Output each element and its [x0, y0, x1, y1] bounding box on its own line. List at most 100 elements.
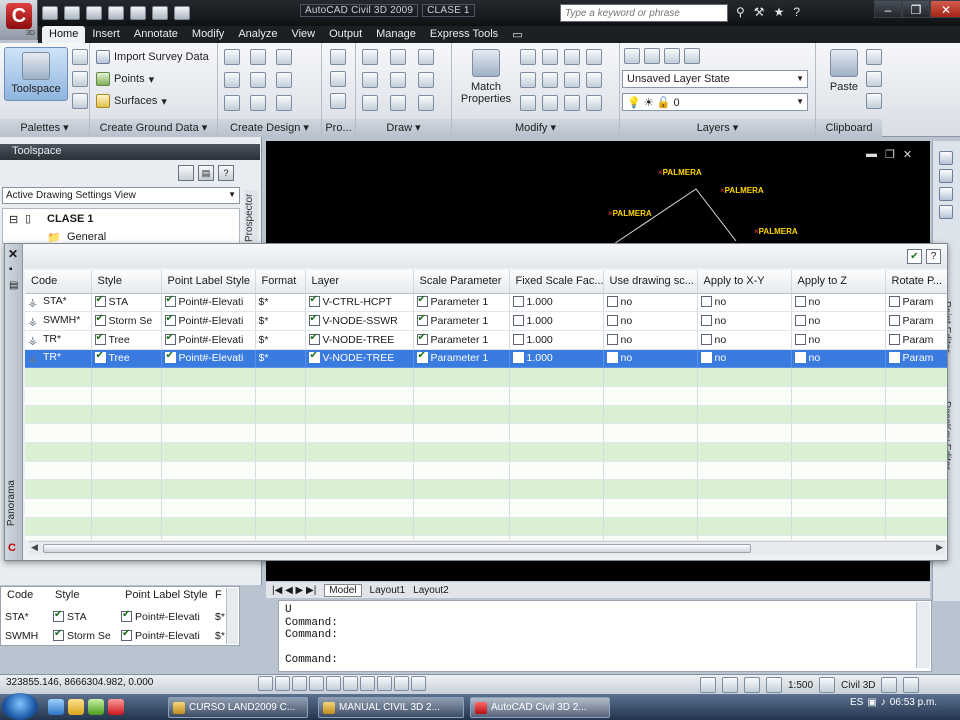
- empty-cell[interactable]: [509, 479, 604, 500]
- tab-home[interactable]: Home: [42, 26, 86, 43]
- empty-cell[interactable]: [255, 367, 306, 387]
- checkbox[interactable]: [416, 294, 428, 308]
- workspace-switch[interactable]: Civil 3D: [841, 680, 875, 691]
- empty-cell[interactable]: [255, 423, 306, 443]
- empty-cell[interactable]: [91, 461, 162, 481]
- mini-cell-code[interactable]: SWMH: [5, 630, 38, 642]
- tab-view[interactable]: View: [284, 26, 322, 43]
- table-row[interactable]: ⚶ STA* STA Point#-Elevati $* V-CTRL-HCPT Param…: [25, 293, 947, 313]
- checkbox[interactable]: [512, 315, 524, 327]
- checkbox[interactable]: [308, 294, 320, 308]
- empty-cell[interactable]: [885, 367, 947, 387]
- layer-state-combo[interactable]: Unsaved Layer State ▼: [622, 70, 808, 88]
- empty-cell[interactable]: [791, 517, 886, 537]
- point-label[interactable]: ×PALMERA: [754, 227, 798, 236]
- clean-screen-icon[interactable]: [903, 677, 920, 693]
- layer-off-icon[interactable]: [644, 48, 660, 64]
- col-header-use-drawing-scale[interactable]: Use drawing sc...: [603, 270, 698, 294]
- prospector-tab[interactable]: Prospector: [244, 190, 258, 245]
- tab-layout2[interactable]: Layout2: [413, 585, 449, 596]
- move-icon[interactable]: [520, 49, 536, 65]
- empty-cell[interactable]: [305, 405, 414, 425]
- drawing-close-button[interactable]: ✕: [903, 148, 912, 161]
- empty-cell[interactable]: [161, 498, 256, 518]
- checkbox[interactable]: [164, 313, 176, 327]
- panel-label-modify[interactable]: Modify ▾: [452, 119, 619, 137]
- cell-layer[interactable]: V-NODE-TREE: [305, 330, 414, 350]
- import-survey-data-button[interactable]: Import Survey Data: [96, 50, 209, 64]
- help-icon[interactable]: ?: [926, 249, 941, 264]
- layer-combo[interactable]: 💡 ☀ 🔓 0 ▼: [622, 93, 808, 111]
- favorites-icon[interactable]: ★: [774, 5, 785, 19]
- dyn-icon[interactable]: [377, 676, 392, 691]
- empty-cell[interactable]: [91, 498, 162, 518]
- mini-cell-format[interactable]: $*: [215, 611, 225, 623]
- pan-icon[interactable]: [700, 677, 716, 693]
- tab-annotate[interactable]: Annotate: [127, 26, 185, 43]
- editor-horizontal-scrollbar[interactable]: ◀ ▶: [29, 541, 945, 555]
- point-label[interactable]: ×PALMERA: [658, 168, 702, 177]
- circle-icon[interactable]: [390, 72, 406, 88]
- empty-cell[interactable]: [255, 461, 306, 481]
- qat-dropdown-icon[interactable]: [174, 6, 190, 20]
- empty-cell[interactable]: [509, 423, 604, 443]
- point-icon[interactable]: [362, 72, 378, 88]
- empty-cell[interactable]: [413, 517, 510, 537]
- osnap-icon[interactable]: [326, 676, 341, 691]
- empty-cell[interactable]: [603, 423, 698, 443]
- empty-cell[interactable]: [91, 386, 162, 406]
- checkbox[interactable]: [164, 350, 176, 364]
- checkbox[interactable]: [794, 296, 806, 308]
- restore-button[interactable]: ❐: [902, 0, 930, 18]
- table-row[interactable]: ⚶ TR* Tree Point#-Elevati $* V-NODE-TREE Param…: [25, 349, 947, 369]
- cell-apply-xy[interactable]: no: [697, 293, 792, 313]
- empty-cell[interactable]: [791, 367, 886, 387]
- cell-fixed-scale[interactable]: 1.000: [509, 330, 604, 350]
- scroll-right-icon[interactable]: ▶: [936, 542, 943, 553]
- col-header-apply-z[interactable]: Apply to Z: [791, 270, 886, 294]
- otrack-icon[interactable]: [343, 676, 358, 691]
- section-icon[interactable]: [330, 71, 346, 87]
- empty-cell[interactable]: [25, 386, 92, 406]
- empty-cell[interactable]: [509, 517, 604, 537]
- scroll-left-icon[interactable]: ◀: [31, 542, 38, 553]
- palette-auto-hide-icon[interactable]: [939, 187, 953, 201]
- copy-clip-icon[interactable]: [866, 71, 882, 87]
- cell-scale-parameter[interactable]: Parameter 1: [413, 311, 510, 331]
- cell-apply-xy[interactable]: no: [697, 311, 792, 331]
- media-player-icon[interactable]: [88, 699, 104, 715]
- drawing-restore-button[interactable]: ❐: [885, 148, 895, 161]
- empty-cell[interactable]: [603, 367, 698, 387]
- toolspace-button[interactable]: Toolspace: [4, 47, 68, 101]
- empty-cell[interactable]: [885, 498, 947, 518]
- pipe-network-icon[interactable]: [276, 72, 292, 88]
- cell-rotate[interactable]: Param: [885, 330, 947, 350]
- toolspace-options-icon[interactable]: [178, 165, 194, 181]
- points-button[interactable]: Points ▾: [96, 72, 154, 86]
- empty-cell[interactable]: [91, 423, 162, 443]
- checkbox[interactable]: [53, 628, 64, 641]
- cell-label-style[interactable]: Point#-Elevati: [161, 330, 256, 350]
- mini-cell-label-style[interactable]: Point#-Elevati: [121, 609, 200, 623]
- properties-icon[interactable]: [72, 71, 88, 87]
- empty-cell[interactable]: [791, 423, 886, 443]
- empty-cell[interactable]: [413, 442, 510, 462]
- mini-cell-style[interactable]: STA: [53, 609, 87, 623]
- empty-row[interactable]: [25, 386, 947, 406]
- checkbox[interactable]: [888, 296, 900, 308]
- tab-modify[interactable]: Modify: [185, 26, 231, 43]
- empty-cell[interactable]: [413, 498, 510, 518]
- empty-cell[interactable]: [161, 442, 256, 462]
- empty-cell[interactable]: [697, 367, 792, 387]
- empty-row[interactable]: [25, 535, 947, 540]
- empty-cell[interactable]: [509, 535, 604, 540]
- empty-cell[interactable]: [603, 461, 698, 481]
- empty-cell[interactable]: [697, 535, 792, 540]
- command-line[interactable]: U Command: Command: Command:: [278, 600, 932, 672]
- col-header-fixed-scale[interactable]: Fixed Scale Fac...: [509, 270, 604, 294]
- empty-row[interactable]: [25, 498, 947, 518]
- panel-label-draw[interactable]: Draw ▾: [356, 119, 451, 137]
- checkbox[interactable]: [416, 313, 428, 327]
- tool-palette-icon[interactable]: [72, 93, 88, 109]
- empty-cell[interactable]: [697, 517, 792, 537]
